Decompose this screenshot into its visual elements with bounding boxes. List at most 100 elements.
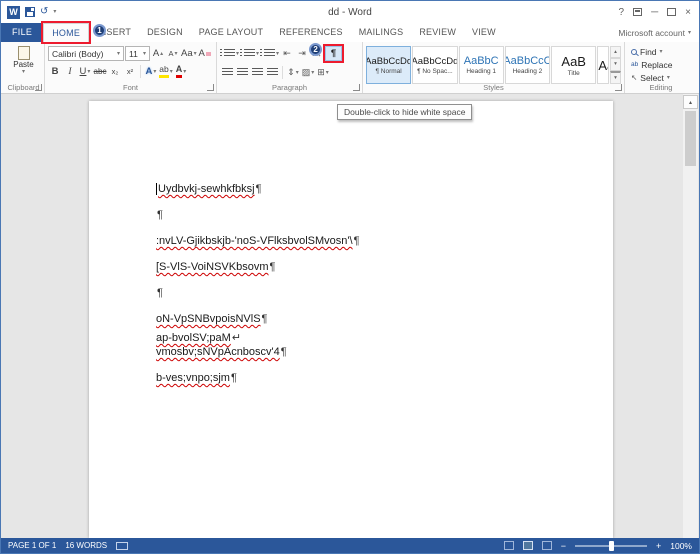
- align-left-button[interactable]: [220, 65, 234, 80]
- chevron-down-icon: ▾: [276, 50, 280, 57]
- separator: [140, 65, 141, 78]
- style-no-spacing[interactable]: AaBbCcDd ¶ No Spac...: [412, 46, 458, 84]
- restore-icon[interactable]: [667, 8, 677, 16]
- tab-file[interactable]: FILE: [1, 23, 44, 42]
- style-heading-1[interactable]: AaBbC Heading 1: [458, 46, 504, 84]
- word-count[interactable]: 16 WORDS: [65, 541, 107, 550]
- styles-scroll-up-icon[interactable]: ▴: [610, 46, 621, 59]
- read-mode-button[interactable]: [503, 541, 514, 550]
- pilcrow-mark: ¶: [269, 261, 276, 273]
- scrollbar-thumb[interactable]: [685, 111, 696, 166]
- chevron-down-icon: ▾: [295, 69, 299, 76]
- font-size-select[interactable]: 11 ▾: [125, 46, 150, 61]
- tab-home[interactable]: HOME 1: [43, 23, 107, 42]
- clear-formatting-button[interactable]: A: [198, 46, 212, 61]
- underline-button[interactable]: U ▾: [78, 64, 92, 79]
- group-label-styles: Styles: [483, 83, 504, 92]
- zoom-percentage[interactable]: 100%: [670, 541, 692, 551]
- zoom-out-button[interactable]: −: [561, 541, 566, 551]
- pilcrow-mark: ¶: [280, 346, 287, 358]
- line-spacing-button[interactable]: ⇕ ▾: [286, 65, 300, 80]
- font-color-button[interactable]: A ▾: [174, 64, 188, 79]
- borders-button[interactable]: ⊞ ▾: [316, 65, 330, 80]
- decrease-indent-button[interactable]: ⇤: [280, 46, 294, 61]
- tab-references[interactable]: REFERENCES: [271, 23, 351, 42]
- superscript-button[interactable]: x²: [123, 64, 137, 79]
- chevron-down-icon: ▾: [169, 68, 173, 75]
- zoom-in-button[interactable]: +: [656, 541, 661, 551]
- tab-mailings[interactable]: MAILINGS: [351, 23, 412, 42]
- styles-gallery-more-icon[interactable]: ▾: [610, 70, 621, 84]
- save-icon[interactable]: [25, 7, 35, 17]
- styles-dialog-launcher[interactable]: [615, 84, 622, 91]
- align-center-button[interactable]: [235, 65, 249, 80]
- minimize-icon[interactable]: ─: [651, 7, 658, 18]
- undo-icon[interactable]: ↺: [40, 7, 48, 17]
- style-normal[interactable]: AaBbCcDd ¶ Normal: [366, 46, 412, 84]
- zoom-slider[interactable]: [574, 540, 647, 551]
- font-name-select[interactable]: Calibri (Body) ▾: [48, 46, 124, 61]
- text-line: [S-VlS-VoiNSVKbsovm¶: [156, 261, 275, 273]
- pilcrow-icon: ¶: [330, 48, 337, 59]
- style-title[interactable]: AaB Title: [551, 46, 597, 84]
- zoom-slider-thumb[interactable]: [608, 540, 614, 551]
- qat-customize-icon[interactable]: ▾: [53, 9, 56, 15]
- text-highlight-button[interactable]: ab ▾: [159, 64, 173, 79]
- paste-button[interactable]: Paste ▾: [6, 46, 41, 75]
- numbered-list-icon: [240, 49, 256, 58]
- vertical-scrollbar[interactable]: ▴: [683, 94, 698, 538]
- font-name-value: Calibri (Body): [52, 48, 104, 59]
- numbering-button[interactable]: ▾: [240, 46, 259, 61]
- style-sample: AaBbCcDd: [366, 55, 412, 67]
- increase-indent-button[interactable]: ⇥: [295, 46, 309, 61]
- ribbon-display-options-icon[interactable]: [633, 8, 643, 16]
- pilcrow-mark: ¶: [353, 235, 360, 247]
- close-icon[interactable]: ×: [685, 7, 691, 18]
- status-bar: PAGE 1 OF 1 16 WORDS − + 100%: [1, 538, 699, 553]
- find-button[interactable]: Find ▾: [628, 45, 694, 58]
- style-partial[interactable]: AaBl: [597, 46, 610, 84]
- paragraph-dialog-launcher[interactable]: [353, 84, 360, 91]
- font-size-value: 11: [129, 48, 138, 59]
- scroll-up-button[interactable]: ▴: [683, 95, 698, 109]
- justify-button[interactable]: [265, 65, 279, 80]
- help-icon[interactable]: ?: [619, 7, 625, 18]
- font-dialog-launcher[interactable]: [207, 84, 214, 91]
- account-label: Microsoft account: [618, 27, 685, 38]
- grow-font-button[interactable]: A ▴: [151, 46, 165, 61]
- tab-design[interactable]: DESIGN: [139, 23, 191, 42]
- language-keyboard-icon[interactable]: [116, 541, 129, 550]
- search-icon: [631, 48, 637, 55]
- styles-scroll-down-icon[interactable]: ▾: [610, 58, 621, 71]
- print-layout-button[interactable]: [522, 541, 533, 550]
- multilevel-list-button[interactable]: ▾: [260, 46, 279, 61]
- style-heading-2[interactable]: AaBbCcC Heading 2: [504, 46, 551, 84]
- tab-view[interactable]: VIEW: [464, 23, 504, 42]
- document-area: Uydbvkj-sewhkfbksj¶ ¶ :nvLV-Gjikbskjb-'n…: [1, 94, 699, 538]
- subscript-button[interactable]: x₂: [108, 64, 122, 79]
- strikethrough-button[interactable]: abc: [93, 64, 107, 79]
- tab-review[interactable]: REVIEW: [411, 23, 464, 42]
- shrink-font-button[interactable]: A ▾: [166, 46, 180, 61]
- web-layout-button[interactable]: [541, 541, 552, 550]
- account-menu[interactable]: Microsoft account ▾: [618, 23, 699, 42]
- replace-button[interactable]: ab Replace: [628, 58, 694, 71]
- text-line: ap-bvolSV;paM↵: [156, 331, 241, 344]
- style-name: ¶ No Spac...: [417, 67, 453, 75]
- clipboard-dialog-launcher[interactable]: [35, 84, 42, 91]
- caret-down-icon: ▾: [174, 50, 178, 57]
- document-page[interactable]: Uydbvkj-sewhkfbksj¶ ¶ :nvLV-Gjikbskjb-'n…: [89, 101, 613, 538]
- page-indicator[interactable]: PAGE 1 OF 1: [8, 541, 56, 550]
- word-app-icon[interactable]: W: [7, 5, 20, 19]
- italic-button[interactable]: I: [63, 64, 77, 79]
- shading-button[interactable]: ▨ ▾: [301, 65, 315, 80]
- text-effects-button[interactable]: A ▾: [144, 64, 158, 79]
- show-hide-marks-button[interactable]: ¶ 2: [309, 43, 343, 61]
- text-line: Uydbvkj-sewhkfbksj¶: [156, 183, 262, 196]
- bold-button[interactable]: B: [48, 64, 62, 79]
- align-right-button[interactable]: [250, 65, 264, 80]
- bullets-button[interactable]: ▾: [220, 46, 239, 61]
- tab-page-layout[interactable]: PAGE LAYOUT: [191, 23, 271, 42]
- change-case-button[interactable]: Aa ▾: [181, 46, 197, 61]
- chevron-up-icon: ▴: [688, 99, 692, 106]
